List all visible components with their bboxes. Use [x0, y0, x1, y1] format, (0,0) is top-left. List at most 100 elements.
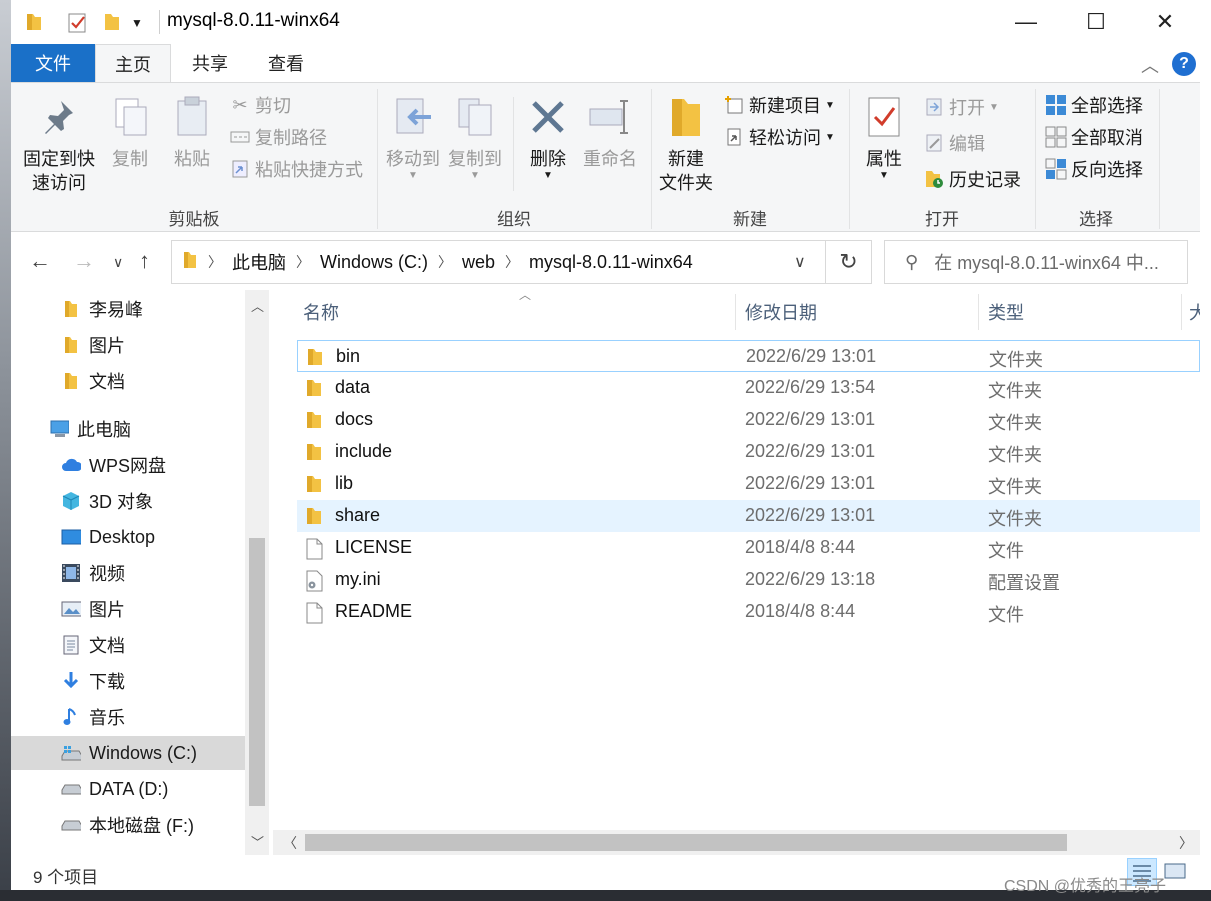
file-row[interactable]: share 2022/6/29 13:01 文件夹 [297, 500, 1200, 532]
new-item-button[interactable]: 新建项目 ▼ [723, 91, 835, 119]
nav-item-music[interactable]: 音乐 [11, 700, 245, 734]
file-row[interactable]: lib 2022/6/29 13:01 文件夹 [297, 468, 1200, 500]
open-button[interactable]: 打开 ▼ [923, 93, 999, 121]
scrollbar-thumb[interactable] [249, 538, 265, 806]
minimize-button[interactable]: — [991, 0, 1061, 44]
nav-item-quick-folder[interactable]: 李易峰 [11, 292, 245, 326]
breadcrumb-drive-c[interactable]: Windows (C:) [320, 252, 428, 273]
tab-home[interactable]: 主页 [95, 44, 171, 83]
nav-item-quick-documents[interactable]: 文档 [11, 364, 245, 398]
nav-item-drive-d[interactable]: DATA (D:) [11, 772, 245, 806]
new-folder-button[interactable]: 新建 文件夹 [657, 93, 715, 195]
edit-button[interactable]: 编辑 [923, 129, 985, 157]
paste-button[interactable]: 粘贴 [167, 93, 217, 171]
copy-path-button[interactable]: 复制路径 [229, 123, 327, 151]
breadcrumb-web[interactable]: web [462, 252, 495, 273]
scissors-icon: ✂ [232, 94, 248, 115]
back-arrow-icon[interactable]: ← [29, 248, 51, 274]
column-header-name[interactable]: 名称 [303, 290, 339, 334]
paste-shortcut-button[interactable]: 粘贴快捷方式 [229, 155, 363, 183]
select-group-label: 选择 [1079, 210, 1113, 229]
file-row[interactable]: data 2022/6/29 13:54 文件夹 [297, 372, 1200, 404]
cube-icon [61, 491, 81, 511]
invert-selection-button[interactable]: 反向选择 [1045, 155, 1143, 183]
search-input[interactable]: ⚲ 在 mysql-8.0.11-winx64 中... [884, 240, 1188, 284]
tab-view[interactable]: 查看 [255, 44, 317, 82]
file-row[interactable]: my.ini 2022/6/29 13:18 配置设置 [297, 564, 1200, 596]
navigation-scrollbar[interactable]: ︿ ﹀ [245, 290, 269, 855]
nav-item-wps-cloud[interactable]: WPS网盘 [11, 448, 245, 482]
refresh-icon[interactable]: ↻ [826, 240, 872, 284]
nav-item-documents[interactable]: 文档 [11, 628, 245, 662]
easy-access-button[interactable]: 轻松访问 ▼ [723, 123, 835, 151]
column-separator[interactable] [1181, 294, 1182, 330]
address-bar[interactable]: 〉 此电脑 〉 Windows (C:) 〉 web 〉 mysql-8.0.1… [171, 240, 826, 284]
dropdown-caret-icon: ▼ [879, 170, 889, 181]
column-header-type[interactable]: 类型 [988, 290, 1024, 334]
explorer-window: ▼ mysql-8.0.11-winx64 — ☐ ✕ 文件 主页 共享 查看 … [11, 0, 1200, 890]
up-arrow-icon[interactable]: ↑ [139, 248, 150, 274]
nav-item-desktop[interactable]: Desktop [11, 520, 245, 554]
scroll-left-arrow-icon[interactable]: 〈 [283, 833, 297, 853]
nav-item-drive-c[interactable]: Windows (C:) [11, 736, 245, 770]
file-type: 文件夹 [988, 509, 1042, 529]
rename-button[interactable]: 重命名 [579, 93, 641, 171]
cut-button[interactable]: ✂ 剪切 [229, 91, 291, 119]
new-folder-quick-icon[interactable] [103, 12, 121, 37]
file-date: 2018/4/8 8:44 [745, 537, 856, 557]
ribbon-tabs: 文件 主页 共享 查看 [11, 44, 1200, 83]
breadcrumb-this-pc[interactable]: 此电脑 [232, 249, 286, 275]
file-icon [305, 538, 325, 560]
nav-item-videos[interactable]: 视频 [11, 556, 245, 590]
properties-quick-icon[interactable] [67, 12, 89, 39]
scroll-down-arrow-icon[interactable]: ﹀ [251, 832, 264, 851]
copy-button[interactable]: 复制 [105, 93, 155, 171]
nav-item-downloads[interactable]: 下载 [11, 664, 245, 698]
nav-item-quick-pictures[interactable]: 图片 [11, 328, 245, 362]
column-header-size[interactable]: 大 [1189, 290, 1200, 334]
folder-icon [305, 474, 325, 494]
customize-toolbar-icon[interactable]: ▼ [131, 16, 143, 30]
breadcrumb-chevron-icon[interactable]: 〉 [296, 252, 310, 272]
nav-item-drive-f[interactable]: 本地磁盘 (F:) [11, 808, 245, 842]
collapse-ribbon-icon[interactable]: ︿ [1141, 52, 1159, 78]
nav-item-3d-objects[interactable]: 3D 对象 [11, 484, 245, 518]
select-none-button[interactable]: 全部取消 [1045, 123, 1143, 151]
nav-item-pictures[interactable]: 图片 [11, 592, 245, 626]
nav-item-this-pc[interactable]: 此电脑 [11, 412, 245, 446]
properties-button[interactable]: 属性 ▼ [859, 93, 909, 181]
scroll-up-arrow-icon[interactable]: ︿ [251, 296, 264, 315]
horizontal-scrollbar[interactable]: 〈 〉 [273, 830, 1200, 855]
column-header-date[interactable]: 修改日期 [745, 290, 817, 334]
file-row[interactable]: docs 2022/6/29 13:01 文件夹 [297, 404, 1200, 436]
address-dropdown-icon[interactable]: ∨ [794, 252, 806, 272]
file-row[interactable]: README 2018/4/8 8:44 文件 [297, 596, 1200, 628]
breadcrumb-chevron-icon[interactable]: 〉 [208, 252, 222, 272]
forward-arrow-icon[interactable]: → [73, 248, 95, 274]
delete-button[interactable]: 删除 ▼ [523, 93, 573, 181]
breadcrumb-chevron-icon[interactable]: 〉 [505, 252, 519, 272]
select-all-button[interactable]: 全部选择 [1045, 91, 1143, 119]
file-row[interactable]: include 2022/6/29 13:01 文件夹 [297, 436, 1200, 468]
breadcrumb-current[interactable]: mysql-8.0.11-winx64 [529, 252, 693, 273]
breadcrumb-chevron-icon[interactable]: 〉 [438, 252, 452, 272]
tab-file[interactable]: 文件 [11, 44, 95, 82]
file-row[interactable]: bin 2022/6/29 13:01 文件夹 [297, 340, 1200, 372]
title-separator [159, 10, 160, 34]
recent-locations-icon[interactable]: ∨ [113, 254, 123, 271]
column-separator[interactable] [735, 294, 736, 330]
scroll-right-arrow-icon[interactable]: 〉 [1179, 833, 1193, 853]
help-icon[interactable]: ? [1172, 52, 1196, 76]
pin-quick-access-button[interactable]: 固定到快 速访问 [21, 93, 97, 195]
maximize-button[interactable]: ☐ [1061, 0, 1131, 44]
file-name: lib [335, 473, 354, 493]
move-to-button[interactable]: 移动到 ▼ [385, 93, 441, 181]
history-button[interactable]: 历史记录 [923, 165, 1021, 193]
column-separator[interactable] [978, 294, 979, 330]
window-title: mysql-8.0.11-winx64 [167, 10, 340, 31]
tab-share[interactable]: 共享 [179, 44, 241, 82]
file-row[interactable]: LICENSE 2018/4/8 8:44 文件 [297, 532, 1200, 564]
close-button[interactable]: ✕ [1130, 0, 1200, 44]
scrollbar-thumb[interactable] [305, 834, 1067, 851]
copy-to-button[interactable]: 复制到 ▼ [447, 93, 503, 181]
